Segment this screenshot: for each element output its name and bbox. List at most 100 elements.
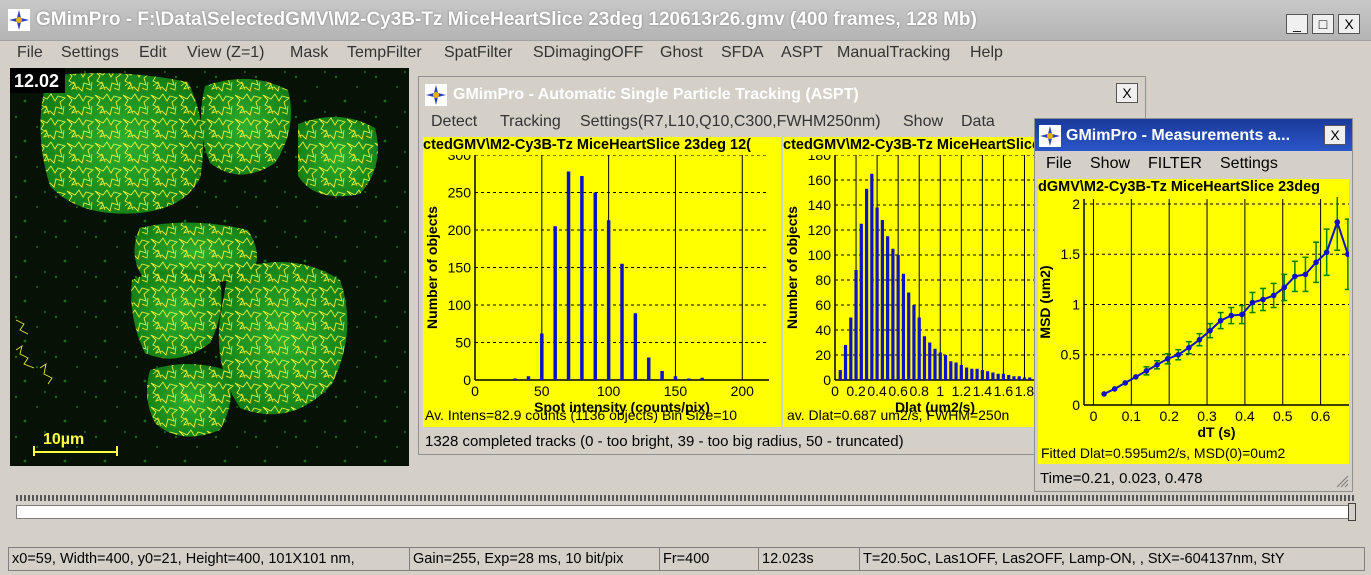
y-tick-label: 180: [808, 155, 832, 163]
measurements-menu-show[interactable]: Show: [1090, 155, 1130, 173]
menu-tempfilter[interactable]: TempFilter: [347, 44, 422, 62]
histogram-bar: [673, 376, 678, 380]
histogram-bar: [513, 378, 517, 380]
x-tick-label: 200: [731, 383, 755, 399]
microscopy-image-view[interactable]: 12.02 10µm: [10, 68, 409, 466]
histogram-bar: [1017, 376, 1021, 380]
msd-data-point: [1239, 311, 1245, 318]
histogram-bar: [964, 367, 969, 380]
y-tick-label: 20: [815, 347, 831, 363]
minimize-button[interactable]: _: [1286, 14, 1308, 34]
dlat-histogram-panel[interactable]: ctedGMV\M2-Cy3B-Tz MiceHeartSlice 23deg …: [783, 137, 1035, 427]
aspt-menu-tracking[interactable]: Tracking: [500, 113, 561, 131]
resize-grip-icon[interactable]: [1335, 474, 1349, 488]
histogram-bar: [928, 342, 932, 380]
histogram-bar: [986, 371, 990, 380]
histogram-bar: [943, 355, 948, 380]
menu-view[interactable]: View (Z=1): [187, 44, 265, 62]
msd-data-point: [1196, 336, 1203, 343]
x-tick-label: 0: [1090, 408, 1098, 424]
msd-series-line: [1103, 219, 1349, 395]
histogram-bar: [870, 173, 874, 380]
y-tick-label: 100: [448, 297, 472, 313]
histogram-bar: [938, 352, 942, 380]
msd-data-point: [1143, 368, 1150, 374]
slider-thumb[interactable]: [1348, 503, 1356, 521]
maximize-button[interactable]: □: [1312, 14, 1334, 34]
x-tick-label: 0.5: [1273, 408, 1293, 424]
status-hardware: T=20.5oC, Las1OFF, Las2OFF, Lamp-ON, , S…: [859, 547, 1365, 571]
msd-data-point: [1111, 386, 1118, 392]
y-tick-label: 0.5: [1061, 347, 1081, 363]
intensity-histogram-header: ctedGMV\M2-Cy3B-Tz MiceHeartSlice 23deg …: [423, 137, 751, 153]
histogram-bar: [660, 371, 664, 380]
slider-track[interactable]: [16, 505, 1352, 519]
frame-slider[interactable]: [16, 495, 1356, 523]
menu-ghost[interactable]: Ghost: [660, 44, 703, 62]
main-title-bar[interactable]: GMimPro - F:\Data\SelectedGMV\M2-Cy3B-Tz…: [0, 0, 1371, 41]
x-tick-label: 100: [597, 383, 621, 399]
measurements-menu-settings[interactable]: Settings: [1220, 155, 1278, 173]
histogram-bar: [854, 270, 858, 380]
measurements-close-button[interactable]: X: [1324, 125, 1346, 145]
x-tick-label: 0.8: [909, 383, 929, 399]
menu-sfda[interactable]: SFDA: [721, 44, 764, 62]
y-tick-label: 120: [808, 222, 832, 238]
measurements-menu-file[interactable]: File: [1046, 155, 1072, 173]
histogram-bar: [917, 317, 921, 380]
close-button[interactable]: X: [1338, 14, 1360, 34]
histogram-bar: [912, 305, 916, 380]
status-roi: x0=59, Width=400, y0=21, Height=400, 101…: [8, 547, 410, 571]
menu-manualtracking[interactable]: ManualTracking: [837, 44, 950, 62]
msd-data-point: [1292, 273, 1298, 280]
menu-help[interactable]: Help: [970, 44, 1003, 62]
histogram-bar: [1012, 376, 1016, 380]
aspt-logo-icon: [425, 84, 447, 106]
y-axis-title: MSD (um2): [1038, 265, 1053, 338]
measurements-window[interactable]: GMimPro - Measurements a... X File Show …: [1034, 118, 1353, 492]
histogram-bar: [975, 368, 979, 380]
aspt-menu-show[interactable]: Show: [903, 113, 943, 131]
histogram-bar: [896, 255, 900, 380]
aspt-menu-settings[interactable]: Settings(R7,L10,Q10,C300,FWHM250nm): [580, 113, 881, 131]
msd-data-point: [1207, 327, 1213, 334]
x-axis-title: dT (s): [1197, 424, 1235, 440]
dlat-histogram-header: ctedGMV\M2-Cy3B-Tz MiceHeartSlice 23deg …: [783, 137, 1035, 153]
msd-plot-panel[interactable]: dGMV\M2-Cy3B-Tz MiceHeartSlice 23deg 0 0.…: [1038, 179, 1349, 464]
menu-sdimaging[interactable]: SDimagingOFF: [533, 44, 643, 62]
histogram-bar: [970, 368, 974, 380]
histogram-bar: [838, 370, 842, 380]
histogram-bar: [620, 263, 624, 380]
intensity-histogram-panel[interactable]: ctedGMV\M2-Cy3B-Tz MiceHeartSlice 23deg …: [423, 137, 781, 427]
aspt-close-button[interactable]: X: [1116, 83, 1138, 103]
histogram-bar: [954, 362, 958, 380]
aspt-menu-detect[interactable]: Detect: [431, 113, 477, 131]
histogram-bar: [933, 348, 937, 380]
msd-data-point: [1122, 380, 1129, 386]
y-tick-label: 2: [1072, 197, 1080, 212]
y-tick-label: 300: [448, 155, 472, 163]
menu-edit[interactable]: Edit: [139, 44, 167, 62]
msd-data-point: [1302, 271, 1309, 278]
menu-file[interactable]: File: [17, 44, 43, 62]
menu-spatfilter[interactable]: SpatFilter: [444, 44, 512, 62]
y-tick-label: 50: [455, 334, 471, 350]
aspt-menu-data[interactable]: Data: [961, 113, 995, 131]
x-tick-label: 1.2: [952, 383, 972, 399]
menu-settings[interactable]: Settings: [61, 44, 119, 62]
slider-ticks: [16, 495, 1356, 501]
y-tick-label: 1: [1072, 296, 1080, 312]
msd-data-point: [1228, 312, 1235, 319]
aspt-status-text: 1328 completed tracks (0 - too bright, 3…: [425, 433, 904, 450]
msd-plot-header: dGMV\M2-Cy3B-Tz MiceHeartSlice 23deg: [1038, 179, 1321, 195]
msd-data-point: [1345, 251, 1349, 258]
histogram-bar: [849, 317, 853, 380]
menu-mask[interactable]: Mask: [290, 44, 328, 62]
histogram-bar: [959, 365, 963, 380]
menu-aspt[interactable]: ASPT: [781, 44, 823, 62]
y-tick-label: 160: [808, 172, 832, 188]
msd-data-point: [1101, 391, 1107, 397]
measurements-menu-filter[interactable]: FILTER: [1148, 155, 1202, 173]
histogram-bar: [875, 207, 879, 380]
y-tick-label: 0: [823, 372, 831, 388]
